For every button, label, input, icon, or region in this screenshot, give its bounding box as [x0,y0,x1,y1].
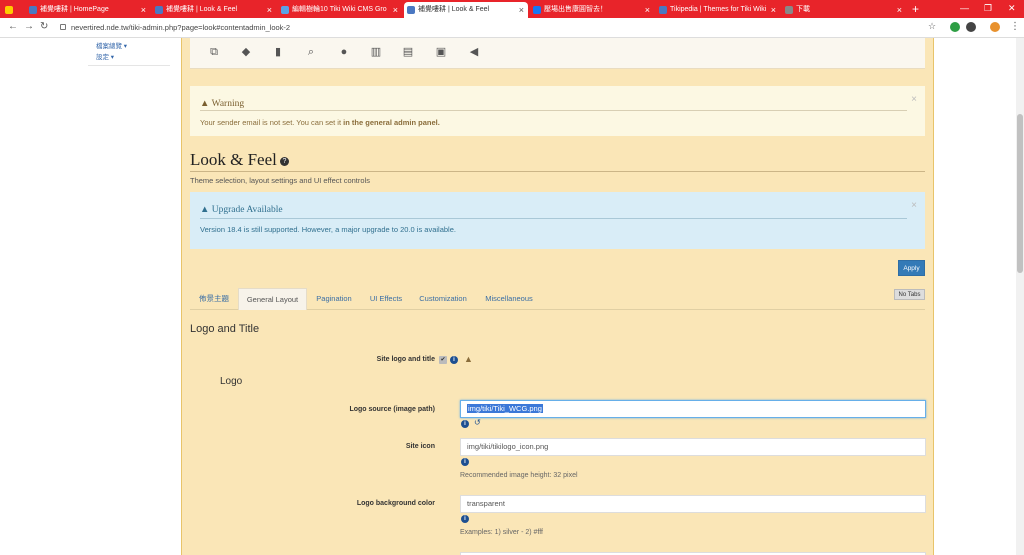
settings-tabs: 佈景主題 General Layout Pagination UI Effect… [190,288,925,310]
browser-tab-strip: 補覺嘍耕 | HomePage × 補覺嘍耕 | Look & Feel × 編… [0,0,1024,18]
tab-pagination[interactable]: Pagination [307,288,361,310]
site-logo-checkbox[interactable]: ✔ [439,356,447,364]
browser-tab-7[interactable]: 下載 × [782,2,906,18]
browser-tab-2[interactable]: 補覺嘍耕 | Look & Feel × [152,2,276,18]
section-title: Logo and Title [190,323,260,335]
info-icon[interactable]: i [450,356,458,364]
browser-tab-1[interactable]: 補覺嘍耕 | HomePage × [26,2,150,18]
info-triangle-icon: ▲ [200,205,210,215]
upgrade-body: Version 18.4 is still supported. However… [200,225,456,234]
page-scrollbar[interactable] [1016,38,1024,555]
new-tab-button[interactable]: + [912,2,919,16]
tab-miscellaneous[interactable]: Miscellaneous [475,288,543,310]
general-admin-link[interactable]: in the general admin panel. [343,118,440,127]
upgrade-title: ▲ Upgrade Available [200,205,283,215]
stats-chart-icon[interactable]: ▥ [370,46,382,58]
help-icon[interactable]: ? [279,157,289,166]
page-title: Look & Feel? [190,150,289,170]
site-icon-input[interactable]: img/tiki/tikilogo_icon.png [460,438,926,456]
site-logo-label: Site logo and title [376,356,435,363]
info-icon[interactable]: i [461,515,469,523]
tags-icon[interactable]: ◆ [240,46,252,58]
menu-kebab-icon[interactable]: ⋮ [1010,21,1020,32]
search-zoom-icon[interactable]: ⌕ [305,46,317,58]
profile-avatar[interactable] [990,22,1000,32]
reset-icon[interactable]: ↺ [474,419,481,427]
favicon-icon [155,6,163,14]
close-tab-icon[interactable]: × [771,2,776,18]
upgrade-divider [200,218,907,219]
logo-source-label: Logo source (image path) [349,406,435,413]
logo-heading: Logo [220,376,243,387]
favicon-icon [659,6,667,14]
warning-icon[interactable]: ▲ [464,355,473,364]
structure-icon[interactable]: ⧉ [208,46,220,58]
warning-alert: ▲ Warning Your sender email is not set. … [190,86,925,136]
browser-tab-3[interactable]: 編輯樹輪10 Tiki Wiki CMS Gro × [278,2,402,18]
lock-icon [60,24,66,30]
tab-ui-effects[interactable]: UI Effects [361,288,411,310]
admin-icon-bar: ⧉ ◆ ▮ ⌕ ● ▥ ▤ ▣ ◀ [190,38,925,69]
address-bar[interactable]: nevertired.nde.tw/tiki-admin.php?page=lo… [60,21,940,35]
favicon-icon [5,6,13,14]
site-icon-hint: Recommended image height: 32 pixel [460,472,578,479]
left-nav: 檔案總覽 ▾ 設定 ▾ [88,38,170,66]
file-icon[interactable]: ▮ [272,46,284,58]
page-description: Theme selection, layout settings and UI … [190,176,370,185]
gift-icon[interactable]: ▣ [435,46,447,58]
scrollbar-thumb[interactable] [1017,114,1023,273]
bg-color-input[interactable]: transparent [460,495,926,513]
favicon-icon [29,6,37,14]
browser-tab-5[interactable]: 壓場出售康圓智去！ × [530,2,654,18]
tab-general-layout[interactable]: General Layout [238,288,307,310]
tab-customization[interactable]: Customization [411,288,475,310]
warning-divider [200,110,907,111]
back-icon[interactable]: ← [8,21,18,32]
close-tab-icon[interactable]: × [141,2,146,18]
favicon-icon [407,6,415,14]
left-nav-item-files[interactable]: 檔案總覽 ▾ [96,40,127,50]
close-tab-icon[interactable]: × [645,2,650,18]
minimize-icon[interactable]: — [960,2,969,14]
title-divider [190,171,925,172]
close-tab-icon[interactable]: × [897,2,902,18]
favicon-icon [533,6,541,14]
bg-color-label: Logo background color [356,500,435,507]
info-icon[interactable]: i [461,458,469,466]
close-tab-icon[interactable]: × [393,2,398,18]
extension-shield-icon[interactable] [950,22,960,32]
bullhorn-icon[interactable]: ◀ [468,46,480,58]
close-upgrade-icon[interactable]: × [911,200,917,211]
extension-chat-icon[interactable] [966,22,976,32]
warning-title: ▲ Warning [200,99,245,109]
bookmark-star-icon[interactable]: ☆ [928,21,936,32]
left-nav-item-settings[interactable]: 設定 ▾ [96,51,114,61]
favicon-icon [785,6,793,14]
warning-triangle-icon: ▲ [200,99,210,109]
close-warning-icon[interactable]: × [911,94,917,105]
logo-source-input[interactable]: img/tiki/Tiki_WCG.png [460,400,926,418]
browser-tab-4-active[interactable]: 補覺嘍耕 | Look & Feel × [404,2,528,18]
forward-icon[interactable]: → [24,21,34,32]
favicon-icon [281,6,289,14]
site-icon-label: Site icon [405,443,435,450]
upgrade-alert: ▲ Upgrade Available Version 18.4 is stil… [190,192,925,249]
print-icon[interactable]: ▤ [402,46,414,58]
browser-tab-6[interactable]: Tikipedia | Themes for Tiki Wiki × [656,2,780,18]
info-icon[interactable]: i [461,420,469,428]
page-viewport: 檔案總覽 ▾ 設定 ▾ ⧉ ◆ ▮ ⌕ ● ▥ ▤ ▣ ◀ ▲ Warning … [0,38,1024,555]
reload-icon[interactable]: ↻ [40,21,48,32]
warning-body: Your sender email is not set. You can se… [200,118,440,127]
maximize-icon[interactable]: ❐ [984,2,992,14]
tab-themes[interactable]: 佈景主題 [190,288,238,310]
bg-color-hint: Examples: 1) silver - 2) #fff [460,529,543,536]
browser-toolbar: ← → ↻ nevertired.nde.tw/tiki-admin.php?p… [0,18,1024,38]
close-tab-icon[interactable]: × [267,2,272,18]
users-icon[interactable]: ● [338,46,350,58]
admin-content: ⧉ ◆ ▮ ⌕ ● ▥ ▤ ▣ ◀ ▲ Warning Your sender … [181,38,934,555]
close-tab-icon[interactable]: × [519,2,524,18]
close-window-icon[interactable]: ✕ [1008,2,1016,14]
apply-button[interactable]: Apply [898,260,925,276]
browser-tab-0[interactable] [2,2,24,18]
